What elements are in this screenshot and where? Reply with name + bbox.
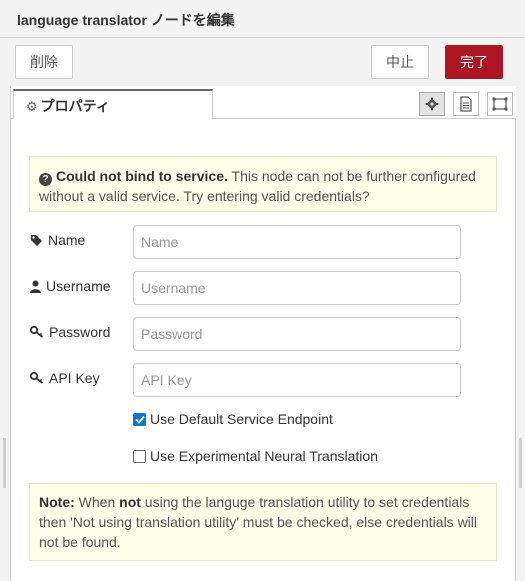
credentials-note: Note: When not using the languge transla… — [29, 483, 497, 561]
tab-properties-label: プロパティ — [40, 98, 110, 114]
note-label: Note: — [39, 494, 75, 510]
neural-translation-checkbox[interactable] — [133, 449, 146, 463]
bind-warning: ? Could not bind to service. This node ca… — [29, 156, 497, 212]
dialog-titlebar: language translator ノードを編集 — [0, 0, 525, 38]
warning-title: Could not bind to service. — [56, 168, 228, 184]
tab-description-icon[interactable] — [453, 92, 479, 116]
dialog-actionbar: 削除 中止 完了 — [0, 38, 525, 86]
check-icon — [134, 415, 145, 424]
resize-handle-right[interactable] — [519, 438, 522, 488]
tab-appearance-icon[interactable] — [487, 92, 513, 116]
cancel-button[interactable]: 中止 — [371, 45, 429, 79]
default-endpoint-checkbox[interactable] — [133, 412, 146, 426]
done-button[interactable]: 完了 — [445, 45, 503, 79]
username-label: Username — [30, 278, 111, 294]
neural-translation-label: Use Experimental Neural Translation — [150, 448, 378, 464]
password-label-text: Password — [49, 324, 111, 340]
tab-properties[interactable]: ⚙ プロパティ — [13, 89, 213, 120]
api-key-input[interactable] — [133, 363, 461, 397]
name-input[interactable] — [133, 225, 461, 259]
note-bold-not: not — [119, 494, 141, 510]
name-label-text: Name — [48, 232, 86, 248]
username-input[interactable] — [133, 271, 461, 305]
appearance-icon — [492, 97, 508, 111]
delete-button[interactable]: 削除 — [15, 45, 73, 79]
name-label: Name — [30, 232, 85, 248]
password-label: Password — [30, 324, 110, 340]
password-input[interactable] — [133, 317, 461, 351]
dialog-title: language translator ノードを編集 — [17, 12, 235, 28]
description-icon — [460, 96, 472, 112]
resize-handle-left[interactable] — [3, 438, 6, 488]
username-label-text: Username — [46, 278, 111, 294]
properties-panel: ⚙ プロパティ ? Could not bind to service. This — [10, 86, 516, 581]
gear-icon — [425, 97, 439, 111]
key-icon — [30, 326, 44, 338]
key-icon — [30, 372, 44, 384]
api-key-label: API Key — [30, 370, 100, 386]
tag-icon — [31, 234, 42, 246]
note-text-1: When — [74, 494, 120, 510]
default-endpoint-label: Use Default Service Endpoint — [150, 411, 333, 427]
question-circle-icon: ? — [39, 173, 52, 186]
default-endpoint-option[interactable]: Use Default Service Endpoint — [133, 411, 333, 427]
tab-strip: ⚙ プロパティ — [11, 86, 516, 120]
api-key-label-text: API Key — [49, 370, 100, 386]
gear-icon: ⚙ — [26, 99, 38, 114]
neural-translation-option[interactable]: Use Experimental Neural Translation — [133, 448, 378, 464]
tab-settings-gear-icon[interactable] — [419, 92, 445, 116]
user-icon — [30, 280, 41, 293]
